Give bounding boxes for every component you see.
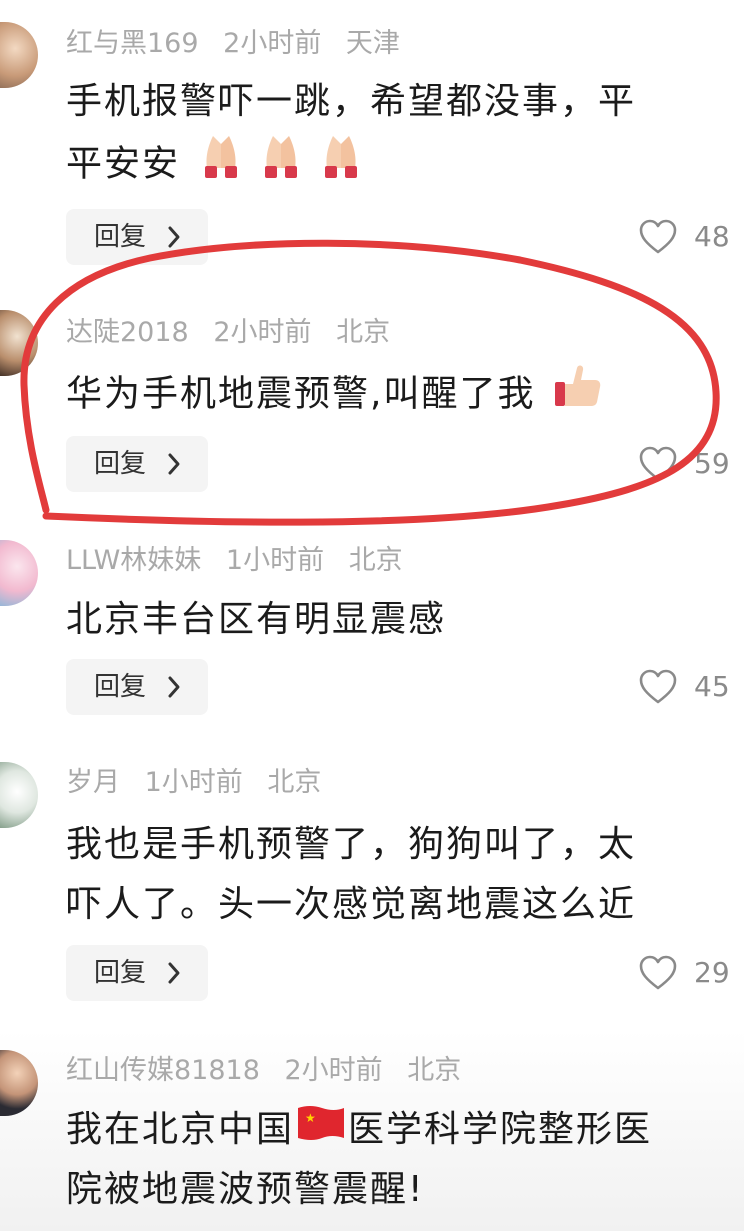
timestamp: 1小时前 xyxy=(144,767,243,798)
comment-text-line-wrap: 华为手机地震预警,叫醒了我 xyxy=(66,362,722,422)
location: 北京 xyxy=(407,1055,462,1086)
comment-text: 我也是手机预警了，狗狗叫了，太 吓人了。头一次感觉离地震这么近 xyxy=(66,815,722,935)
comment-meta: 红山传媒81818 2小时前 北京 xyxy=(66,1054,477,1088)
reply-label: 回复 xyxy=(94,672,147,702)
chevron-right-icon xyxy=(164,659,184,735)
comment-text: 华为手机地震预警,叫醒了我 xyxy=(66,362,722,422)
comment-text-line: 北京丰台区有明显震感 xyxy=(66,599,447,640)
comment-text-line-wrap: 我在北京中国 ★ 医学科学院整形医 xyxy=(66,1100,722,1160)
location: 天津 xyxy=(345,28,400,59)
like-count: 48 xyxy=(694,220,730,253)
folded-hands-emoji xyxy=(265,136,298,178)
comment-text-line-wrap: 平安安 xyxy=(66,132,722,192)
folded-hands-emoji xyxy=(205,136,238,178)
heart-outline-icon xyxy=(639,446,677,481)
location: 北京 xyxy=(336,317,391,348)
thumbs-up-emoji xyxy=(553,362,603,429)
comment-list-screen: 红与黑169 2小时前 天津 手机报警吓一跳，希望都没事，平 平安安 回复 48… xyxy=(0,0,744,1231)
comment-meta: 达陡2018 2小时前 北京 xyxy=(66,316,406,350)
location: 北京 xyxy=(348,545,403,576)
reply-button[interactable]: 回复 xyxy=(66,945,208,1001)
comment-text: 我在北京中国 ★ 医学科学院整形医 院被地震波预警震醒! xyxy=(66,1100,722,1220)
timestamp: 2小时前 xyxy=(223,28,322,59)
comment-text-line: 吓人了。头一次感觉离地震这么近 xyxy=(66,884,637,925)
like-button[interactable]: 45 xyxy=(636,659,744,715)
username[interactable]: 红山传媒81818 xyxy=(66,1055,260,1086)
chevron-right-icon xyxy=(164,209,184,285)
comment-text-line: 医学科学院整形医 xyxy=(348,1109,653,1150)
reply-label: 回复 xyxy=(94,222,147,252)
folded-hands-emoji xyxy=(325,136,358,178)
username[interactable]: 岁月 xyxy=(66,767,120,798)
comment-text: 北京丰台区有明显震感 xyxy=(66,590,722,650)
chevron-right-icon xyxy=(164,436,184,512)
like-button[interactable]: 29 xyxy=(636,945,744,1001)
location: 北京 xyxy=(267,767,322,798)
comment-text-line: 院被地震波预警震醒! xyxy=(66,1169,425,1210)
folded-hands-emoji xyxy=(197,132,383,199)
timestamp: 1小时前 xyxy=(225,545,325,576)
like-button[interactable]: 48 xyxy=(636,209,744,265)
like-count: 29 xyxy=(694,956,730,989)
reply-button[interactable]: 回复 xyxy=(66,659,208,715)
heart-outline-icon xyxy=(639,219,677,254)
comment-meta: 红与黑169 2小时前 天津 xyxy=(66,27,416,61)
reply-button[interactable]: 回复 xyxy=(66,436,208,492)
like-count: 45 xyxy=(694,670,730,703)
username[interactable]: LLW林妹妹 xyxy=(66,545,201,576)
reply-label: 回复 xyxy=(94,958,147,988)
comment-text-line: 华为手机地震预警,叫醒了我 xyxy=(66,373,536,415)
avatar[interactable] xyxy=(0,762,38,828)
reply-label: 回复 xyxy=(94,449,147,479)
reply-button[interactable]: 回复 xyxy=(66,209,208,265)
comment-meta: LLW林妹妹 1小时前 北京 xyxy=(66,544,419,578)
svg-text:★: ★ xyxy=(305,1111,318,1125)
chevron-right-icon xyxy=(164,945,184,1021)
like-count: 59 xyxy=(694,447,730,480)
avatar[interactable] xyxy=(0,310,38,376)
username[interactable]: 红与黑169 xyxy=(66,28,199,59)
china-flag-emoji: ★ xyxy=(296,1101,346,1161)
avatar[interactable] xyxy=(0,22,38,88)
comment-text-line: 手机报警吓一跳，希望都没事，平 xyxy=(66,81,637,122)
avatar[interactable] xyxy=(0,540,38,606)
comment-text: 手机报警吓一跳，希望都没事，平 平安安 xyxy=(66,72,722,192)
comment-text-line: 我在北京中国 xyxy=(66,1109,295,1150)
timestamp: 2小时前 xyxy=(213,317,312,348)
heart-outline-icon xyxy=(639,669,677,704)
comment-meta: 岁月 1小时前 北京 xyxy=(66,766,337,800)
username[interactable]: 达陡2018 xyxy=(66,317,189,348)
heart-outline-icon xyxy=(639,955,677,990)
comment-text-line: 平安安 xyxy=(66,143,181,185)
like-button[interactable]: 59 xyxy=(636,436,744,492)
comment-text-line: 我也是手机预警了，狗狗叫了，太 xyxy=(66,824,637,865)
timestamp: 2小时前 xyxy=(284,1055,383,1086)
